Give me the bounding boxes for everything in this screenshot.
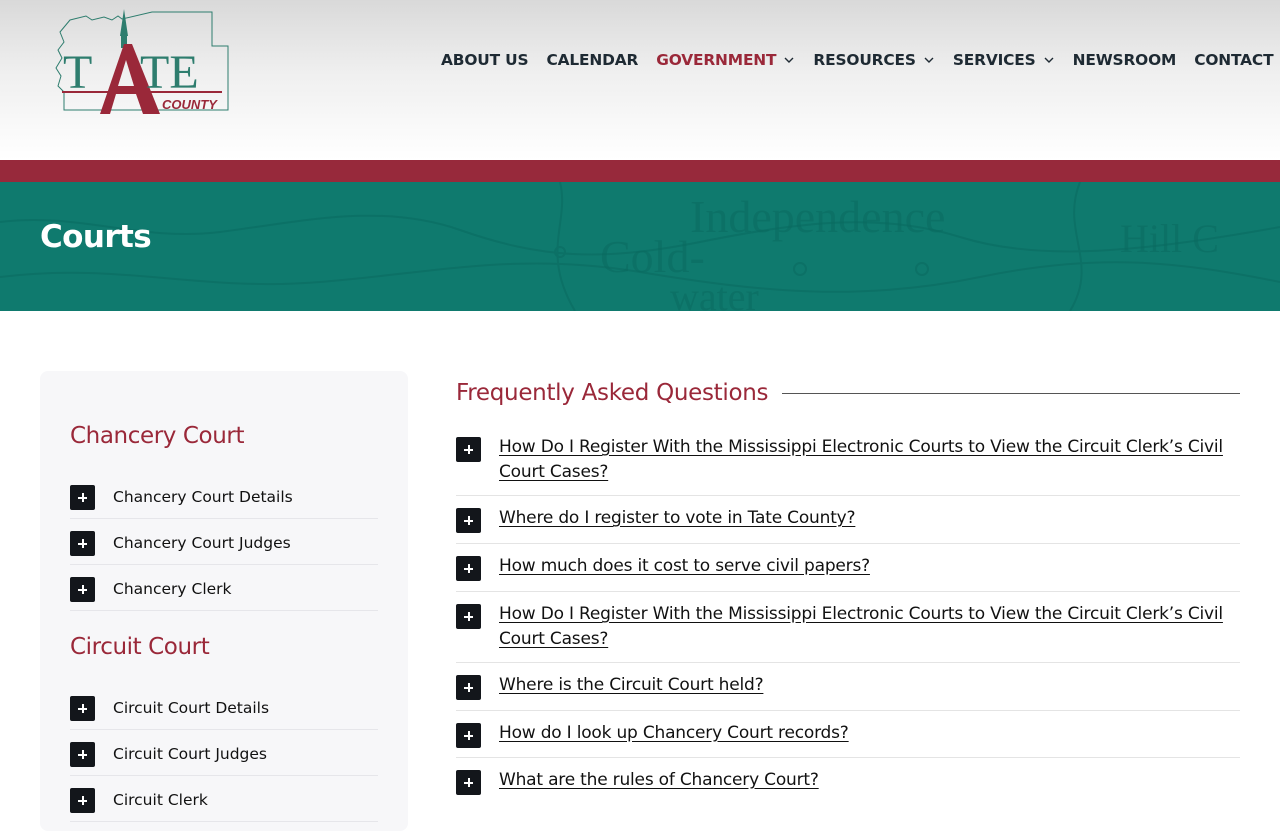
chevron-down-icon [924,57,934,63]
svg-text:Hill C: Hill C [1120,216,1219,261]
plus-icon [70,577,95,602]
nav-government[interactable]: GOVERNMENT [656,51,795,69]
map-texture: Independence Cold- water Hill C [0,182,1280,311]
sidebar-item-circuit-judges[interactable]: Circuit Court Judges [70,730,378,776]
sidebar-item-circuit-clerk[interactable]: Circuit Clerk [70,776,378,822]
faq-item[interactable]: How do I look up Chancery Court records? [456,711,1240,758]
sidebar-item-chancery-details[interactable]: Chancery Court Details [70,473,378,519]
svg-text:COUNTY: COUNTY [162,97,218,112]
nav-calendar[interactable]: CALENDAR [546,51,638,69]
faq-heading-rule [782,393,1240,394]
faq-question[interactable]: How Do I Register With the Mississippi E… [499,435,1244,485]
sidebar-item-label: Circuit Court Judges [113,745,268,763]
plus-icon [456,508,481,533]
sidebar-item-chancery-judges[interactable]: Chancery Court Judges [70,519,378,565]
nav-contact[interactable]: CONTACT [1194,51,1273,69]
plus-icon [70,788,95,813]
faq-question[interactable]: What are the rules of Chancery Court? [499,768,1244,793]
nav-label: NEWSROOM [1072,51,1177,69]
faq-item[interactable]: How Do I Register With the Mississippi E… [456,592,1240,663]
sidebar-item-label: Chancery Clerk [113,580,232,598]
nav-label: CONTACT [1194,51,1274,69]
site-header: T TE COUNTY ABOUT US CALENDAR GOVERNMENT… [0,0,1280,160]
plus-icon [456,604,481,629]
page-banner: Independence Cold- water Hill C Courts [0,182,1280,311]
plus-icon [70,742,95,767]
nav-label: GOVERNMENT [656,51,777,69]
plus-icon [70,531,95,556]
sidebar-item-label: Chancery Court Judges [113,534,291,552]
sidebar-heading-chancery: Chancery Court [70,423,245,449]
chevron-down-icon [1044,57,1054,63]
plus-icon [456,770,481,795]
accent-stripe [0,160,1280,182]
main-nav: ABOUT US CALENDAR GOVERNMENT RESOURCES S… [441,48,1280,72]
svg-text:T: T [63,46,92,99]
plus-icon [456,675,481,700]
plus-icon [70,696,95,721]
nav-about-us[interactable]: ABOUT US [441,51,529,69]
sidebar: Chancery Court Chancery Court Details Ch… [40,371,408,831]
sidebar-item-chancery-clerk[interactable]: Chancery Clerk [70,565,378,611]
nav-label: SERVICES [952,51,1036,69]
sidebar-item-label: Circuit Clerk [113,791,208,809]
sidebar-item-label: Chancery Court Details [113,488,293,506]
faq-item[interactable]: Where is the Circuit Court held? [456,663,1240,711]
faq-item[interactable]: How much does it cost to serve civil pap… [456,544,1240,592]
faq-item[interactable]: Where do I register to vote in Tate Coun… [456,496,1240,544]
faq-item[interactable]: What are the rules of Chancery Court? [456,758,1240,800]
chevron-down-icon [784,57,794,63]
plus-icon [456,723,481,748]
svg-text:water: water [670,274,759,311]
plus-icon [70,485,95,510]
svg-text:Independence: Independence [690,191,945,242]
nav-resources[interactable]: RESOURCES [813,51,934,69]
nav-label: CALENDAR [546,51,639,69]
sidebar-item-circuit-details[interactable]: Circuit Court Details [70,684,378,730]
nav-services[interactable]: SERVICES [953,51,1055,69]
tate-county-logo[interactable]: T TE COUNTY [52,6,234,118]
svg-text:TE: TE [140,46,199,99]
faq-heading: Frequently Asked Questions [456,380,769,406]
faq-item[interactable]: How Do I Register With the Mississippi E… [456,433,1240,496]
faq-question[interactable]: How Do I Register With the Mississippi E… [499,602,1244,652]
nav-newsroom[interactable]: NEWSROOM [1073,51,1177,69]
page-title: Courts [40,219,152,255]
faq-question[interactable]: How do I look up Chancery Court records? [499,721,1244,746]
faq-question[interactable]: Where do I register to vote in Tate Coun… [499,506,1244,531]
plus-icon [456,556,481,581]
faq-question[interactable]: How much does it cost to serve civil pap… [499,554,1244,579]
nav-label: RESOURCES [813,51,916,69]
nav-label: ABOUT US [441,51,529,69]
sidebar-item-label: Circuit Court Details [113,699,270,717]
plus-icon [456,437,481,462]
sidebar-heading-circuit: Circuit Court [70,634,210,660]
faq-question[interactable]: Where is the Circuit Court held? [499,673,1244,698]
